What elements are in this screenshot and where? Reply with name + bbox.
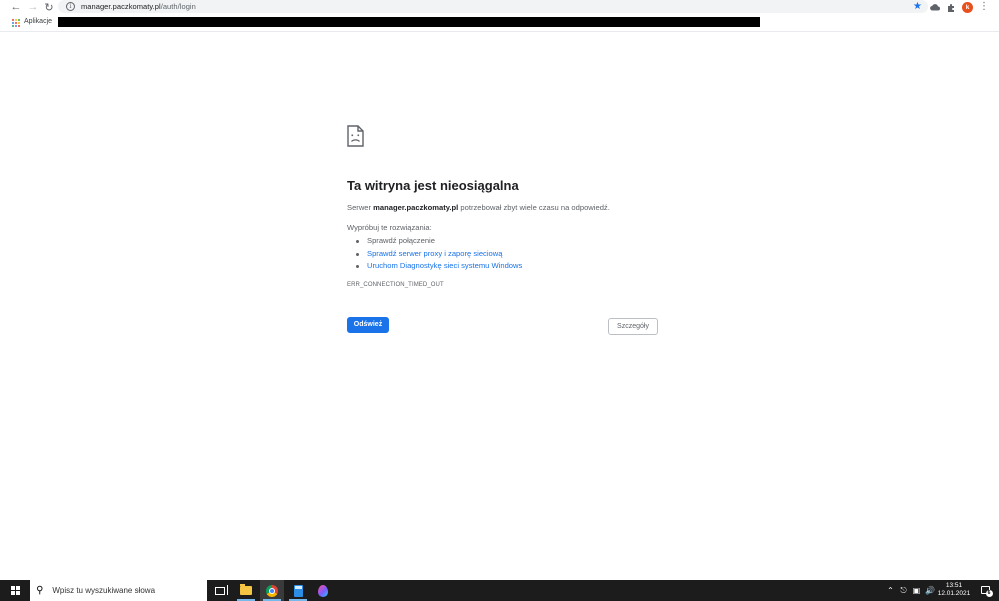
start-button[interactable]: [0, 580, 30, 601]
suggestion-check-connection: Sprawdź połączenie: [347, 235, 658, 248]
url-host: manager.paczkomaty.pl: [81, 2, 161, 11]
notification-icon: 6: [980, 586, 993, 597]
info-icon[interactable]: i: [66, 2, 75, 11]
suggestion-run-diagnostics-link[interactable]: Uruchom Diagnostykę sieci systemu Window…: [347, 260, 658, 273]
details-button[interactable]: Szczegóły: [608, 317, 658, 335]
notification-count: 6: [985, 590, 993, 597]
extensions-area: k ⋮: [930, 0, 989, 14]
cloud-extension-icon[interactable]: [930, 2, 940, 12]
redacted-bookmarks: [58, 17, 760, 27]
bookmark-star-icon[interactable]: ★: [913, 0, 922, 13]
action-center-button[interactable]: 6: [978, 583, 993, 597]
suggestions-list: Sprawdź połączenie Sprawdź serwer proxy …: [347, 235, 658, 273]
error-code: ERR_CONNECTION_TIMED_OUT: [347, 281, 444, 288]
network-icon[interactable]: ▣: [912, 586, 921, 595]
forward-arrow-icon[interactable]: →: [25, 0, 41, 14]
bookmarks-bar: Aplikacje: [0, 14, 999, 32]
clock[interactable]: 13:51 12.01.2021: [936, 582, 972, 598]
reload-button[interactable]: Odśwież: [347, 316, 389, 333]
folder-icon: [240, 584, 252, 595]
usb-device-icon[interactable]: ⎋: [899, 586, 908, 596]
button-row: Odśwież Szczegóły: [347, 316, 658, 335]
browser-toolbar: ← → ↻ i manager.paczkomaty.pl/auth/login…: [0, 0, 999, 14]
windows-logo-icon: [10, 586, 20, 595]
sad-page-icon: [347, 125, 658, 152]
error-message: Serwer manager.paczkomaty.pl potrzebował…: [347, 203, 658, 212]
error-page: Ta witryna jest nieosiągalna Serwer mana…: [347, 125, 658, 335]
taskbar-search[interactable]: ⚲ Wpisz tu wyszukiwane słowa: [30, 580, 207, 601]
error-title: Ta witryna jest nieosiągalna: [347, 178, 519, 193]
chrome-taskbar-button[interactable]: [260, 580, 284, 601]
suggestions-heading: Wypróbuj te rozwiązania:: [347, 223, 432, 232]
file-explorer-button[interactable]: [234, 580, 258, 601]
message-suffix: potrzebował zbyt wiele czasu na odpowied…: [458, 203, 610, 212]
clock-time: 13:51: [945, 582, 963, 589]
color-drop-icon: [318, 584, 328, 597]
puzzle-extensions-icon[interactable]: [946, 2, 956, 12]
url-text[interactable]: manager.paczkomaty.pl/auth/login: [81, 2, 196, 11]
profile-avatar[interactable]: k: [962, 1, 973, 13]
calculator-icon: [293, 584, 303, 597]
task-view-icon: [215, 584, 228, 595]
search-placeholder: Wpisz tu wyszukiwane słowa: [52, 586, 156, 595]
reload-icon[interactable]: ↻: [41, 0, 57, 14]
kebab-menu-icon[interactable]: ⋮: [979, 0, 989, 14]
back-arrow-icon[interactable]: ←: [8, 0, 24, 14]
chevron-up-icon[interactable]: ⌃: [886, 586, 895, 595]
calculator-taskbar-button[interactable]: [286, 580, 310, 601]
suggestion-check-proxy-link[interactable]: Sprawdź serwer proxy i zaporę sieciową: [347, 248, 658, 261]
app-taskbar-button[interactable]: [311, 580, 335, 601]
search-icon: ⚲: [36, 585, 44, 596]
chrome-icon: [266, 584, 278, 597]
apps-grid-icon[interactable]: [12, 19, 20, 27]
volume-icon[interactable]: 🔊: [925, 586, 935, 595]
clock-date: 12.01.2021: [937, 590, 971, 597]
system-tray: ⌃ ⎋ ▣ 🔊: [886, 580, 935, 601]
address-bar[interactable]: i manager.paczkomaty.pl/auth/login ★: [58, 0, 928, 13]
windows-taskbar: ⚲ Wpisz tu wyszukiwane słowa ⌃ ⎋ ▣ 🔊 13:…: [0, 580, 999, 601]
message-host: manager.paczkomaty.pl: [373, 203, 459, 212]
url-path: /auth/login: [160, 2, 196, 11]
task-view-button[interactable]: [208, 580, 232, 601]
apps-bookmark[interactable]: Aplikacje: [24, 18, 52, 25]
message-prefix: Serwer: [347, 203, 374, 212]
